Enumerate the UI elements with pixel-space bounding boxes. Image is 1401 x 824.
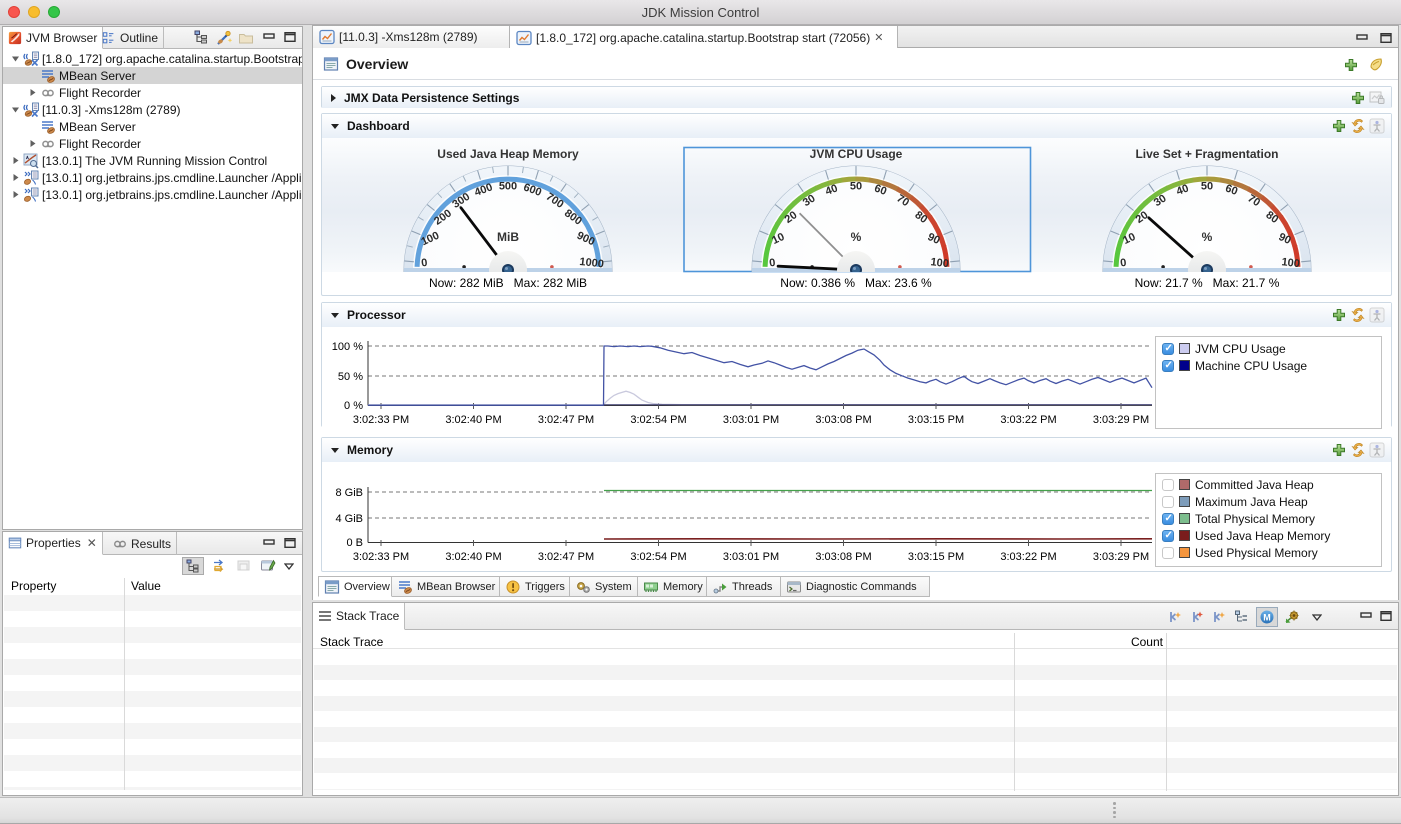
svg-text:0 B: 0 B	[346, 537, 363, 549]
svg-text:3:03:15 PM: 3:03:15 PM	[908, 551, 964, 563]
svg-text:100 %: 100 %	[332, 341, 363, 353]
svg-text:Now: 0.386 % Max: 23.6 %: Now: 0.386 % Max: 23.6 %	[780, 276, 932, 290]
svg-text:JVM CPU Usage: JVM CPU Usage	[810, 147, 903, 161]
svg-text:3:02:40 PM: 3:02:40 PM	[445, 551, 501, 563]
svg-text:3:03:22 PM: 3:03:22 PM	[1000, 414, 1056, 426]
svg-text:3:02:47 PM: 3:02:47 PM	[538, 414, 594, 426]
svg-text:8 GiB: 8 GiB	[335, 487, 363, 499]
svg-text:50 %: 50 %	[338, 371, 363, 383]
svg-text:0: 0	[1120, 257, 1127, 270]
svg-text:3:03:29 PM: 3:03:29 PM	[1093, 551, 1149, 563]
svg-text:Now: 282 MiB Max: 282 MiB: Now: 282 MiB Max: 282 MiB	[429, 276, 587, 290]
svg-text:Now: 21.7 % Max: 21.7 %: Now: 21.7 % Max: 21.7 %	[1135, 276, 1280, 290]
svg-text:0 %: 0 %	[344, 400, 363, 412]
svg-text:%: %	[851, 230, 862, 244]
svg-text:3:03:01 PM: 3:03:01 PM	[723, 414, 779, 426]
svg-text:M: M	[1263, 613, 1271, 623]
svg-text:3:03:22 PM: 3:03:22 PM	[1000, 551, 1056, 563]
svg-text:3:03:01 PM: 3:03:01 PM	[723, 551, 779, 563]
svg-text:%: %	[1202, 230, 1213, 244]
svg-text:Used Java Heap Memory: Used Java Heap Memory	[437, 147, 579, 161]
svg-text:3:03:08 PM: 3:03:08 PM	[815, 414, 871, 426]
svg-text:3:02:40 PM: 3:02:40 PM	[445, 414, 501, 426]
svg-text:3:02:33 PM: 3:02:33 PM	[353, 414, 409, 426]
svg-text:0: 0	[421, 257, 428, 270]
svg-text:3:02:47 PM: 3:02:47 PM	[538, 551, 594, 563]
svg-text:4 GiB: 4 GiB	[335, 513, 363, 525]
svg-text:50: 50	[1201, 181, 1213, 193]
svg-text:0: 0	[769, 257, 776, 270]
svg-text:500: 500	[499, 181, 517, 193]
svg-text:3:02:54 PM: 3:02:54 PM	[630, 414, 686, 426]
svg-text:Live Set + Fragmentation: Live Set + Fragmentation	[1135, 147, 1278, 161]
svg-text:3:03:08 PM: 3:03:08 PM	[815, 551, 871, 563]
svg-text:MiB: MiB	[497, 230, 519, 244]
svg-text:50: 50	[850, 181, 862, 193]
svg-text:3:02:54 PM: 3:02:54 PM	[630, 551, 686, 563]
svg-text:3:03:29 PM: 3:03:29 PM	[1093, 414, 1149, 426]
svg-text:3:02:33 PM: 3:02:33 PM	[353, 551, 409, 563]
svg-text:3:03:15 PM: 3:03:15 PM	[908, 414, 964, 426]
